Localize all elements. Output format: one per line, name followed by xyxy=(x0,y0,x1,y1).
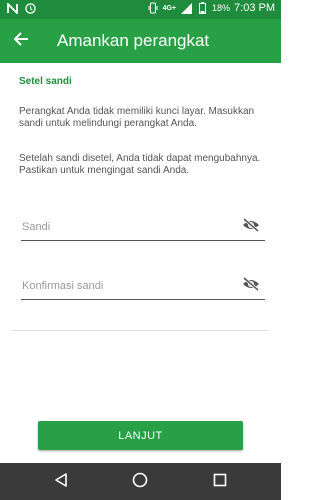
network-type: 4G+ xyxy=(162,4,177,12)
arrow-left-icon xyxy=(13,31,29,52)
clock-icon xyxy=(24,2,36,14)
confirm-password-field xyxy=(21,273,265,300)
back-triangle-icon xyxy=(54,472,68,493)
n-icon xyxy=(6,2,18,14)
main-content: Setel sandi Perangkat Anda tidak memilik… xyxy=(0,63,281,463)
confirm-password-input[interactable] xyxy=(22,277,232,295)
toggle-password-visibility-button[interactable] xyxy=(241,217,261,237)
vibrate-icon xyxy=(147,2,159,14)
section-title: Setel sandi xyxy=(19,76,72,87)
status-time: 7:03 PM xyxy=(234,2,275,14)
password-field xyxy=(21,214,265,241)
system-nav-bar xyxy=(0,463,281,500)
continue-button[interactable]: LANJUT xyxy=(38,421,243,450)
divider xyxy=(11,330,269,331)
status-bar-right: 4G+ 18% 7:03 PM xyxy=(147,2,275,14)
toggle-confirm-visibility-button[interactable] xyxy=(241,276,261,296)
recents-square-icon xyxy=(213,473,227,492)
app-bar: Amankan perangkat xyxy=(0,19,281,63)
home-circle-icon xyxy=(132,472,148,493)
nav-recents-button[interactable] xyxy=(209,471,231,493)
password-input[interactable] xyxy=(22,218,232,236)
nav-back-button[interactable] xyxy=(50,471,72,493)
nav-home-button[interactable] xyxy=(129,471,151,493)
battery-percent: 18% xyxy=(212,3,231,13)
eye-off-icon xyxy=(242,217,260,237)
back-button[interactable] xyxy=(8,28,34,54)
page-title: Amankan perangkat xyxy=(57,31,210,50)
eye-off-icon xyxy=(242,276,260,296)
battery-icon xyxy=(196,2,208,14)
warning-text: Setelah sandi disetel, Anda tidak dapat … xyxy=(19,153,261,176)
status-bar: 4G+ 18% 7:03 PM xyxy=(0,0,281,19)
status-bar-left xyxy=(6,2,36,14)
signal-icon xyxy=(180,2,192,14)
description-text: Perangkat Anda tidak memiliki kunci laya… xyxy=(19,106,255,129)
